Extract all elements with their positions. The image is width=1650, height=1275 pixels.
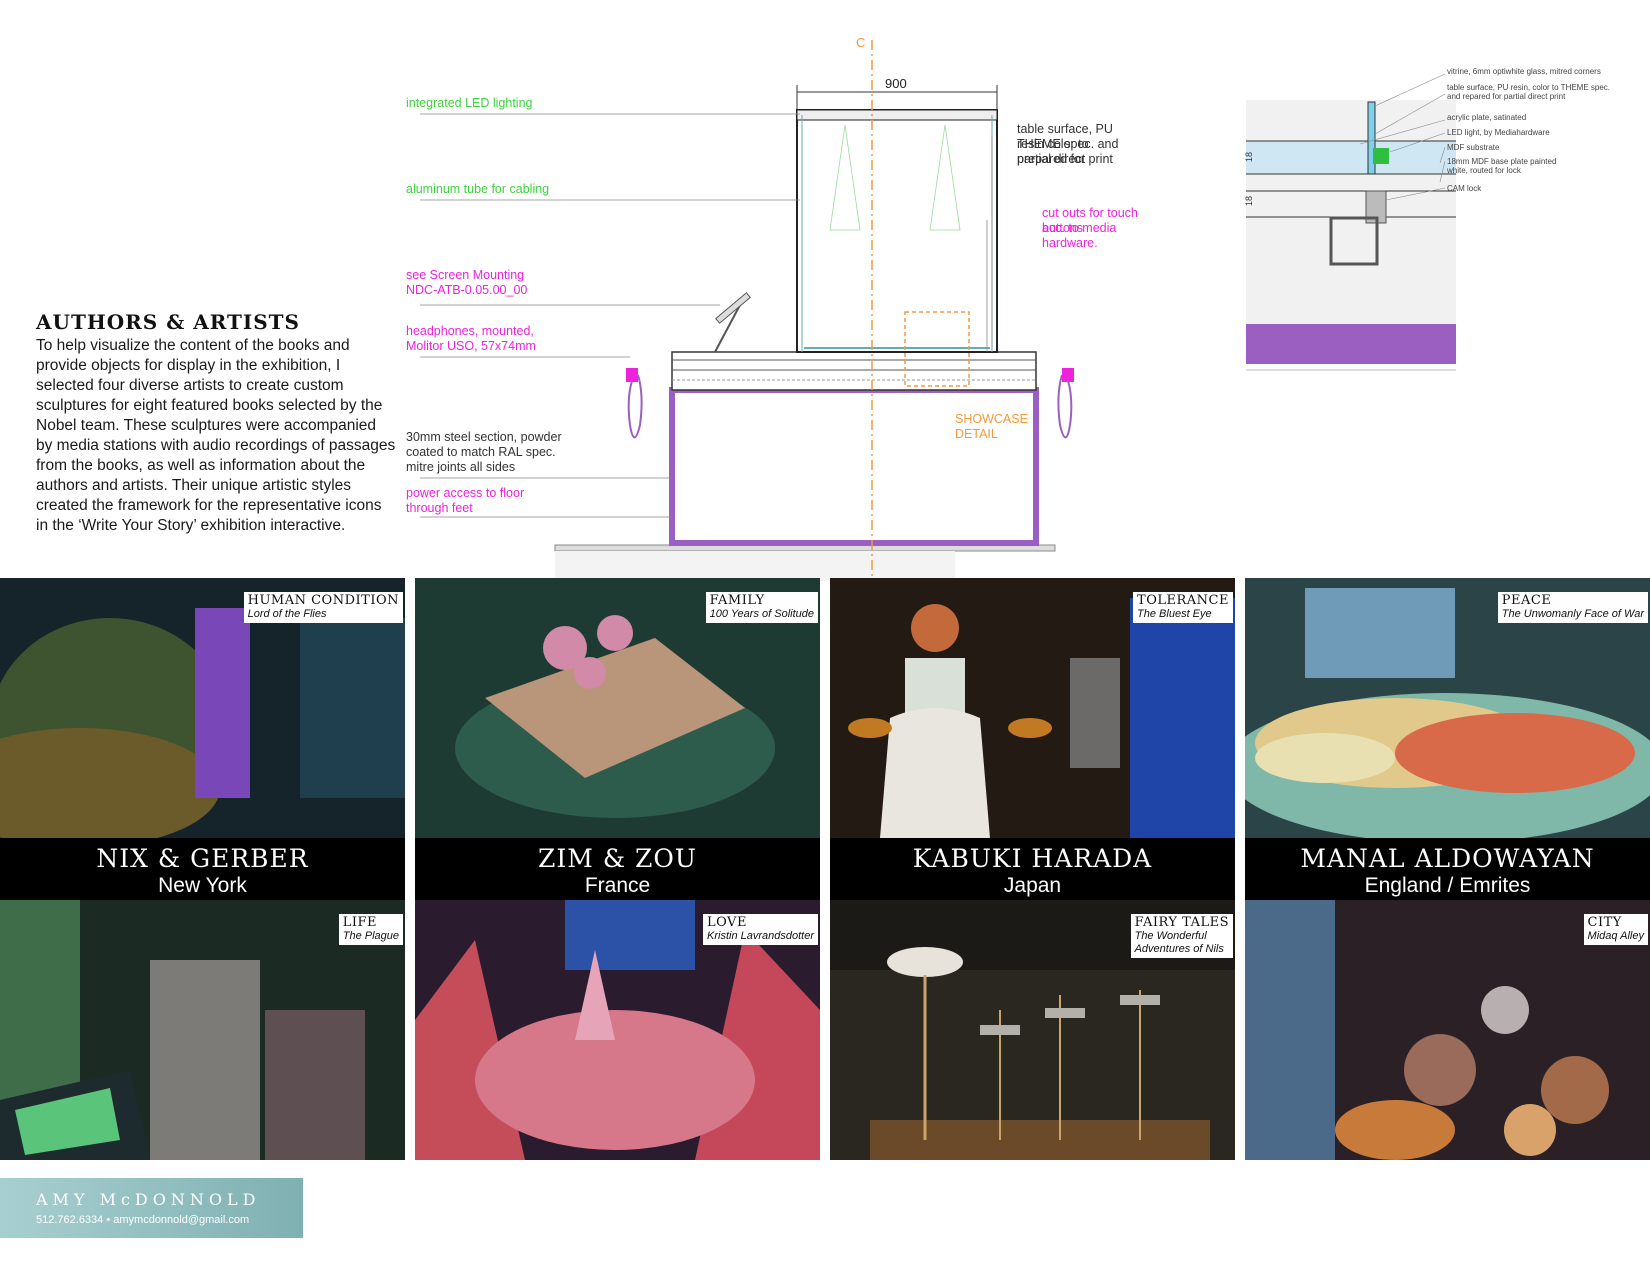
photo-fairy-tales: FAIRY TALES The Wonderful Adventures of …: [830, 900, 1235, 1160]
centerline-label: C: [856, 35, 865, 50]
artist-band-kabuki-harada: KABUKI HARADA Japan: [830, 838, 1235, 900]
book-title: The Bluest Eye: [1137, 608, 1212, 620]
label-led-lighting: integrated LED lighting: [406, 96, 533, 110]
detail-section: 18 18 vitrine, 6mm optiwhite glass, mitr…: [1244, 67, 1610, 371]
book-title: 100 Years of Solitude: [709, 608, 814, 620]
theme-label: TOLERANCE: [1137, 593, 1229, 608]
label-steel-2: coated to match RAL spec.: [406, 445, 556, 459]
artist-location: England / Emrites: [1364, 874, 1531, 897]
caption-peace: PEACE The Unwomanly Face of War: [1497, 592, 1648, 623]
label-showcase-2: DETAIL: [955, 427, 998, 441]
section-title: AUTHORS & ARTISTS: [36, 310, 301, 334]
theme-label: FAMILY: [709, 593, 765, 608]
detail-note-table-1: table surface, PU resin, color to THEME …: [1447, 83, 1610, 92]
book-title: Lord of the Flies: [247, 608, 327, 620]
caption-family: FAMILY 100 Years of Solitude: [705, 592, 818, 623]
caption-love: LOVE Kristin Lavrandsdotter: [703, 914, 818, 945]
theme-label: LIFE: [342, 915, 378, 930]
detail-note-table-2: and repared for partial direct print: [1447, 92, 1566, 101]
designer-name: AMY McDONNOLD: [36, 1190, 261, 1209]
artist-location: Japan: [1003, 874, 1062, 897]
label-power-2: through feet: [406, 501, 473, 515]
detail-note-mdf: MDF substrate: [1447, 143, 1500, 152]
label-screen-mounting-2: NDC-ATB-0.05.00_00: [406, 283, 528, 297]
media-station-drawing: 900 C integrated LED lighting aluminum t…: [405, 30, 1140, 585]
theme-label: CITY: [1587, 915, 1622, 930]
photo-love: LOVE Kristin Lavrandsdotter: [415, 900, 820, 1160]
designer-contact: 512.762.6334 • amymcdonnold@gmail.com: [36, 1214, 250, 1226]
theme-label: PEACE: [1501, 593, 1552, 608]
artist-name: MANAL ALDOWAYAN: [1300, 844, 1595, 873]
theme-label: FAIRY TALES: [1134, 915, 1229, 930]
book-title: Kristin Lavrandsdotter: [707, 930, 814, 942]
detail-dim-1: 18: [1244, 152, 1254, 162]
artist-location: New York: [158, 874, 247, 897]
detail-note-base-2: white, routed for lock: [1446, 166, 1522, 175]
photo-city: CITY Midaq Alley: [1245, 900, 1650, 1160]
photo-tolerance: TOLERANCE The Bluest Eye: [830, 578, 1235, 838]
detail-note-base-1: 18mm MDF base plate painted: [1447, 157, 1556, 166]
detail-note-cam: CAM lock: [1447, 184, 1482, 193]
detail-dim-2: 18: [1244, 196, 1254, 206]
artist-name: KABUKI HARADA: [912, 844, 1153, 873]
label-headphones-1: headphones, mounted,: [406, 324, 534, 338]
label-aluminum-tube: aluminum tube for cabling: [406, 182, 550, 196]
photo-life: LIFE The Plague: [0, 900, 405, 1160]
artist-name: NIX & GERBER: [96, 844, 309, 873]
designer-signature-block: AMY McDONNOLD 512.762.6334 • amymcdonnol…: [0, 1178, 303, 1238]
photo-human-condition: HUMAN CONDITION Lord of the Flies: [0, 578, 405, 838]
label-showcase-1: SHOWCASE: [955, 412, 1028, 426]
dimension-label: 900: [885, 76, 907, 91]
detail-note-vitrine: vitrine, 6mm optiwhite glass, mitred cor…: [1447, 67, 1601, 76]
artist-band-nix-gerber: NIX & GERBER New York: [0, 838, 405, 900]
detail-note-led: LED light, by Mediahardware: [1447, 128, 1550, 137]
theme-label: LOVE: [707, 915, 747, 930]
label-power-1: power access to floor: [406, 486, 525, 500]
showcase-detail-drawing: 18 18 vitrine, 6mm optiwhite glass, mitr…: [1240, 60, 1640, 400]
book-title-line-2: Adventures of Nils: [1134, 943, 1224, 955]
book-title: Midaq Alley: [1587, 930, 1644, 942]
elevation-drawing: 900 C: [405, 35, 1074, 581]
caption-human-condition: HUMAN CONDITION Lord of the Flies: [243, 592, 403, 623]
label-steel-1: 30mm steel section, powder: [406, 430, 562, 444]
caption-life: LIFE The Plague: [338, 914, 403, 945]
artist-band-zim-zou: ZIM & ZOU France: [415, 838, 820, 900]
label-cutouts-2: acc. to media hardware.: [1042, 221, 1117, 250]
artist-photo-grid: HUMAN CONDITION Lord of the Flies NIX & …: [0, 578, 1650, 1160]
caption-tolerance: TOLERANCE The Bluest Eye: [1133, 592, 1233, 623]
label-table-surface-3: partial direct print: [1017, 152, 1113, 166]
label-steel-3: mitre joints all sides: [406, 460, 516, 474]
book-title: The Wonderful: [1134, 930, 1207, 942]
theme-label: HUMAN CONDITION: [247, 593, 399, 608]
label-screen-mounting-1: see Screen Mounting: [406, 268, 525, 282]
book-title: The Plague: [342, 930, 399, 942]
caption-city: CITY Midaq Alley: [1583, 914, 1648, 945]
artist-location: France: [584, 874, 651, 897]
artist-name: ZIM & ZOU: [538, 844, 697, 873]
intro-paragraph: To help visualize the content of the boo…: [36, 337, 396, 534]
book-title: The Unwomanly Face of War: [1501, 608, 1644, 620]
artist-band-manal-aldowayan: MANAL ALDOWAYAN England / Emrites: [1245, 838, 1650, 900]
intro-section: AUTHORS & ARTISTS To help visualize the …: [36, 310, 396, 536]
photo-family: FAMILY 100 Years of Solitude: [415, 578, 820, 838]
photo-peace: PEACE The Unwomanly Face of War: [1245, 578, 1650, 838]
detail-note-acrylic: acrylic plate, satinated: [1447, 113, 1526, 122]
label-headphones-2: Molitor USO, 57x74mm: [406, 339, 536, 353]
caption-fairy-tales: FAIRY TALES The Wonderful Adventures of …: [1130, 914, 1233, 958]
